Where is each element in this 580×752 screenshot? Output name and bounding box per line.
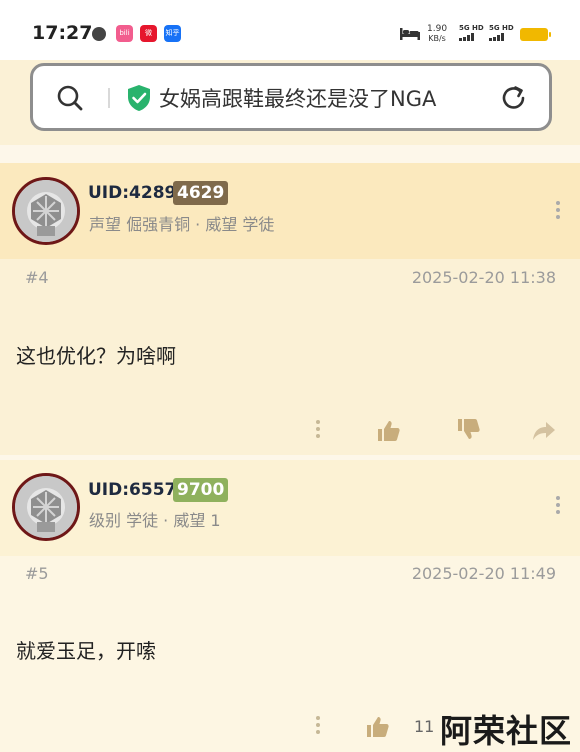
- globe-icon: [92, 27, 106, 41]
- bed-icon: [400, 28, 420, 40]
- address-bar[interactable]: 女娲高跟鞋最终还是没了NGA: [30, 63, 552, 131]
- user-level: 级别 学徒 · 威望 1: [89, 511, 221, 530]
- text-fade: [433, 80, 483, 116]
- thumbs-down-icon[interactable]: [456, 416, 482, 442]
- search-icon[interactable]: [55, 83, 85, 113]
- uid-badge: 9700: [173, 478, 229, 502]
- network-speed-value: 1.90: [427, 24, 448, 34]
- thumbs-up-icon[interactable]: [376, 418, 402, 444]
- signal-bars-icon: [489, 33, 515, 41]
- post-content: 这也优化？为啥啊: [16, 344, 176, 368]
- weibo-app-icon: 微: [140, 25, 157, 42]
- watermark-text: 阿荣社区: [439, 712, 572, 750]
- shield-check-icon[interactable]: [125, 84, 153, 112]
- username[interactable]: UID:6557: [88, 478, 176, 502]
- more-options-icon[interactable]: [553, 496, 563, 518]
- top-spacer: [0, 145, 580, 163]
- network-speed-unit: KB/s: [428, 34, 446, 43]
- post-timestamp: 2025-02-20 11:49: [411, 564, 556, 583]
- post-header: [0, 460, 580, 556]
- floor-number: #5: [25, 564, 49, 583]
- refresh-icon[interactable]: [499, 83, 529, 113]
- signal-bars-icon: [459, 33, 485, 41]
- post-content: 就爱玉足，开嗦: [16, 639, 156, 663]
- signal-2: 5G HD: [489, 24, 515, 41]
- share-icon[interactable]: [531, 418, 557, 444]
- status-bar: 17:27 bili 微 知乎 1.90 KB/s 5G HD 5G HD: [0, 0, 580, 60]
- uid-badge: 4629: [173, 181, 229, 205]
- more-actions-icon[interactable]: [313, 716, 323, 738]
- network-speed: 1.90 KB/s: [427, 24, 447, 44]
- post-item: UID:4289 4629 声望 倔强青铜 · 威望 学徒 #4 2025-02…: [0, 163, 580, 455]
- thumbs-up-icon[interactable]: [365, 714, 391, 740]
- post-header: [0, 163, 580, 259]
- more-options-icon[interactable]: [553, 201, 563, 223]
- signal-1: 5G HD: [459, 24, 485, 41]
- floor-number: #4: [25, 268, 49, 287]
- like-count: 11: [414, 717, 435, 736]
- post-timestamp: 2025-02-20 11:38: [411, 268, 556, 287]
- bilibili-app-icon: bili: [116, 25, 133, 42]
- status-time: 17:27: [32, 22, 93, 44]
- user-reputation: 声望 倔强青铜 · 威望 学徒: [89, 215, 275, 234]
- more-actions-icon[interactable]: [313, 420, 323, 442]
- signal-1-label: 5G HD: [459, 24, 484, 32]
- avatar[interactable]: [12, 177, 80, 245]
- signal-2-label: 5G HD: [489, 24, 514, 32]
- divider: [108, 88, 110, 108]
- battery-icon: [520, 28, 551, 41]
- zhihu-app-icon: 知乎: [164, 25, 181, 42]
- username[interactable]: UID:4289: [88, 181, 176, 205]
- avatar[interactable]: [12, 473, 80, 541]
